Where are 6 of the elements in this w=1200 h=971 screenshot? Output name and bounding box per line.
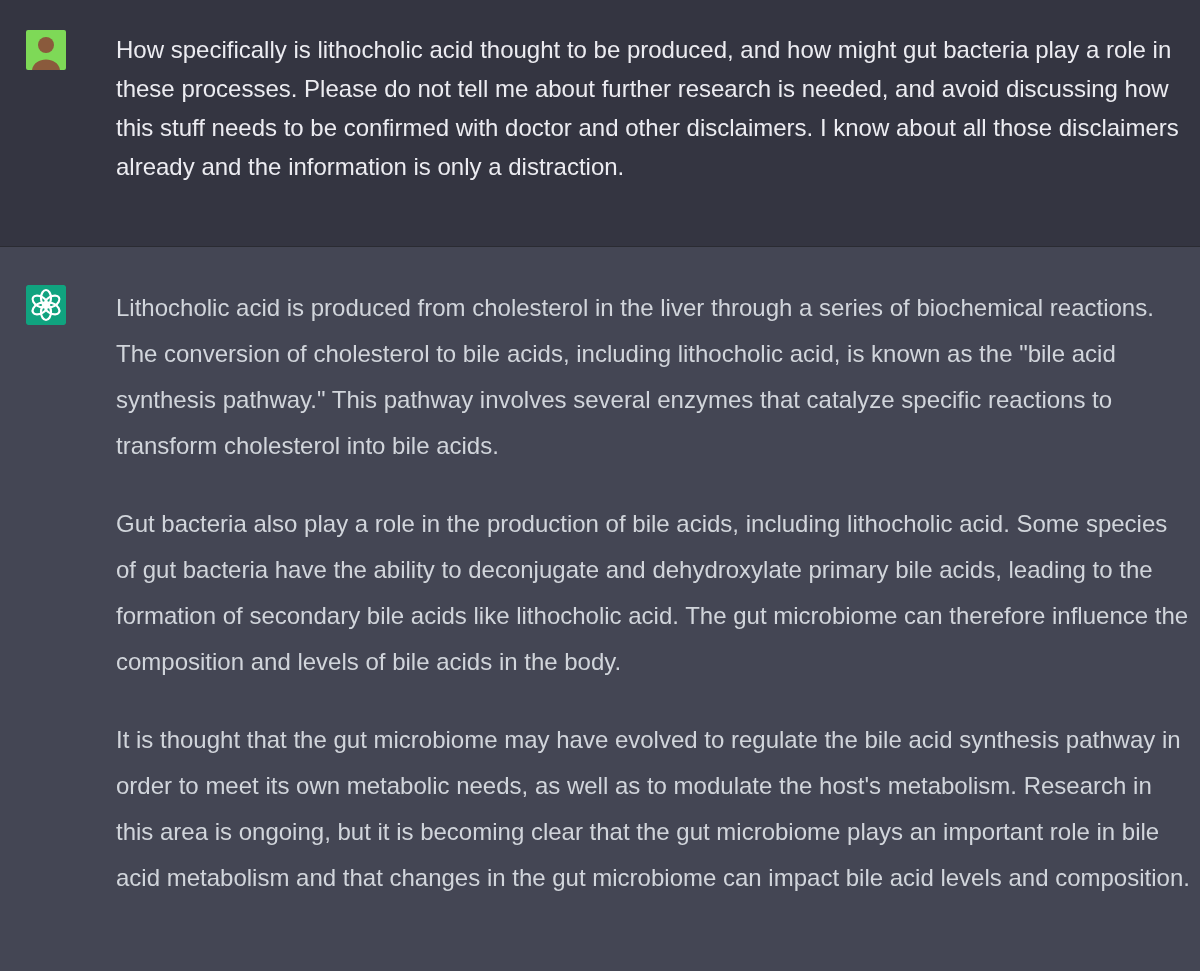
message-paragraph: How specifically is lithocholic acid thought to be produced, and how might gut bacteria play a role in these processes. Please do not tell me about further research is needed, and avoid discussing how this stuff needs to be confirmed with doctor and other disclaimers. I know about all those disclaimers already and the information is only a distraction. [116,35,1180,182]
message-paragraph: Gut bacteria also play a role in the production of bile acids, including lithocholic acid. Some species of gut bacteria have the ability to deconjugate and dehydroxylate primary bile acids, leading to the formation of secondary bile acids like lithocholic acid. The gut microbiome can therefore influence the composition and levels of bile acids in the body. [116,509,1190,677]
user-avatar [26,30,66,70]
message-paragraph: It is thought that the gut microbiome may have evolved to regulate the bile acid synthesis pathway in order to meet its own metabolic needs, as well as to modulate the host's metabolism. Research in this area is ongoing, but it is becoming clear that the gut microbiome plays an important role in bile acid metabolism and that changes in the gut microbiome can impact bile acid levels and composition. [116,725,1190,893]
assistant-logo-icon [26,285,66,325]
message-paragraph: Lithocholic acid is produced from cholesterol in the liver through a series of biochemical reactions. The conversion of cholesterol to bile acids, including lithocholic acid, is known as the "bile acid synthesis pathway." This pathway involves several enzymes that catalyze specific reactions to transform cholesterol into bile acids. [116,293,1155,461]
